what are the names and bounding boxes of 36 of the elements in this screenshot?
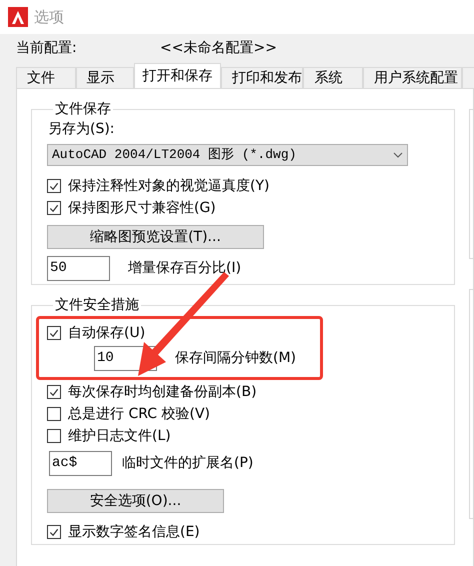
- tab[interactable]: 文件: [16, 67, 76, 88]
- tab[interactable]: 系统: [303, 67, 363, 88]
- security-options-button[interactable]: 安全选项(O)...: [47, 489, 224, 513]
- thumbnail-settings-button[interactable]: 缩略图预览设置(T)...: [47, 225, 264, 249]
- field-label: 保存间隔分钟数(M): [175, 349, 296, 368]
- group-title: 文件保存: [54, 100, 112, 119]
- app-logo-icon: [8, 7, 28, 27]
- field-label: 另存为(S):: [48, 120, 116, 138]
- checkbox-label: 显示数字签名信息(E): [68, 522, 200, 542]
- tab[interactable]: 打印和发布: [221, 67, 304, 88]
- checkbox[interactable]: [47, 525, 61, 539]
- field-label: 临时文件的扩展名(P): [122, 454, 254, 473]
- checkbox[interactable]: [47, 429, 61, 443]
- profile-label: 当前配置:: [16, 38, 78, 58]
- checkbox[interactable]: [47, 326, 61, 340]
- tab[interactable]: 打开和保存: [134, 63, 222, 89]
- group-title: 文件安全措施: [54, 296, 140, 315]
- profile-name: <<未命名配置>>: [160, 38, 277, 58]
- checkbox-label: 自动保存(U): [68, 324, 146, 342]
- input-field[interactable]: 50: [47, 256, 110, 281]
- checkbox[interactable]: [47, 179, 61, 193]
- checkbox-label: 维护日志文件(L): [68, 426, 171, 446]
- checkbox[interactable]: [47, 385, 61, 399]
- checkbox[interactable]: [47, 407, 61, 421]
- checkbox-label: 总是进行 CRC 校验(V): [68, 404, 210, 424]
- field-label: 增量保存百分比(I): [128, 259, 242, 278]
- chevron-down-icon: [393, 152, 403, 158]
- window-title: 选项: [34, 6, 64, 28]
- checkbox-label: 保持注释性对象的视觉逼真度(Y): [68, 176, 270, 196]
- tab[interactable]: 显示: [76, 67, 134, 88]
- dropdown[interactable]: AutoCAD 2004/LT2004 图形 (*.dwg): [47, 144, 408, 166]
- checkbox-label: 保持图形尺寸兼容性(G): [68, 198, 216, 218]
- input-field[interactable]: ac$: [49, 451, 112, 476]
- tab[interactable]: 用户系统配置: [362, 67, 462, 88]
- checkbox[interactable]: [47, 201, 61, 215]
- checkbox-label: 每次保存时均创建备份副本(B): [68, 382, 257, 402]
